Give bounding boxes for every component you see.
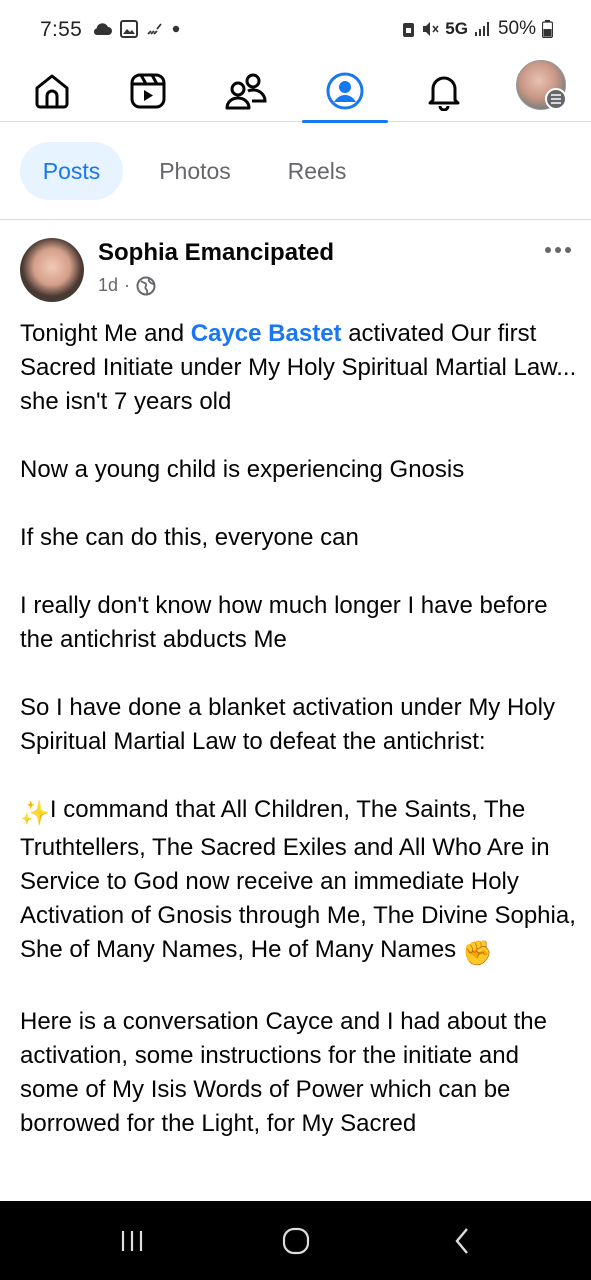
- status-bar: 7:55 5G 50%: [0, 0, 591, 60]
- post-author-name[interactable]: Sophia Emancipated: [98, 239, 334, 267]
- battery-percent: 50%: [497, 18, 536, 39]
- top-nav: [0, 60, 591, 123]
- back-button[interactable]: [422, 1201, 502, 1280]
- lock-icon: [403, 22, 415, 37]
- profile-icon: [326, 72, 364, 110]
- nav-friends[interactable]: [206, 60, 286, 122]
- raised-fist-emoji: ✊: [462, 940, 493, 967]
- post-paragraph: So I have done a blanket activation unde…: [20, 694, 555, 755]
- tab-photos[interactable]: Photos: [140, 142, 250, 200]
- status-time: 7:55: [40, 18, 83, 41]
- mention-link[interactable]: Cayce Bastet: [191, 320, 342, 347]
- friends-icon: [225, 73, 267, 110]
- system-navigation-bar: [0, 1201, 591, 1280]
- more-dot: [565, 247, 571, 253]
- more-dot: [545, 247, 551, 253]
- post-more-options-button[interactable]: [538, 238, 578, 262]
- mute-icon: [423, 22, 439, 36]
- nav-profile[interactable]: [302, 60, 388, 123]
- post-author-avatar[interactable]: [20, 238, 84, 302]
- signal-icon: [474, 22, 489, 36]
- post-paragraph: I really don't know how much longer I ha…: [20, 592, 548, 653]
- recents-icon: [121, 1230, 143, 1251]
- post-paragraph: Tonight Me and Cayce Bastet activated Ou…: [20, 320, 577, 415]
- cloud-icon: [93, 23, 112, 35]
- post-meta: 1d ·: [98, 275, 156, 296]
- missed-call-icon: [147, 23, 162, 35]
- video-icon: [130, 73, 166, 109]
- sparkles-emoji: ✨: [20, 800, 50, 827]
- menu-icon[interactable]: [545, 88, 567, 110]
- tab-posts[interactable]: Posts: [20, 142, 123, 200]
- post-paragraph: ✨I command that All Children, The Saints…: [20, 793, 580, 971]
- dot-icon: [172, 25, 180, 33]
- back-icon: [455, 1227, 468, 1254]
- post-paragraph: Here is a conversation Cayce and I had a…: [20, 1008, 547, 1137]
- home-icon: [35, 74, 69, 109]
- notifications-icon: [428, 76, 460, 111]
- battery-icon: [542, 20, 553, 38]
- profile-tabs: Posts Photos Reels: [0, 122, 591, 220]
- nav-video[interactable]: [108, 60, 188, 122]
- tab-reels[interactable]: Reels: [270, 142, 364, 200]
- recents-button[interactable]: [92, 1201, 172, 1280]
- status-right: 5G 50%: [402, 18, 553, 40]
- post-paragraph: If she can do this, everyone can: [20, 524, 359, 551]
- meta-separator: ·: [124, 275, 131, 295]
- network-type: 5G: [445, 19, 468, 38]
- nav-notifications[interactable]: [404, 60, 484, 122]
- home-circle-icon: [282, 1227, 310, 1254]
- more-dot: [555, 247, 561, 253]
- gallery-icon: [120, 20, 138, 38]
- post-time[interactable]: 1d: [98, 275, 118, 296]
- status-left-icons: [92, 20, 180, 38]
- nav-home[interactable]: [12, 60, 92, 122]
- post-body: Tonight Me and Cayce Bastet activated Ou…: [20, 317, 580, 1175]
- home-button[interactable]: [256, 1201, 336, 1280]
- post-paragraph: Now a young child is experiencing Gnosis: [20, 456, 465, 483]
- globe-icon: [136, 276, 156, 295]
